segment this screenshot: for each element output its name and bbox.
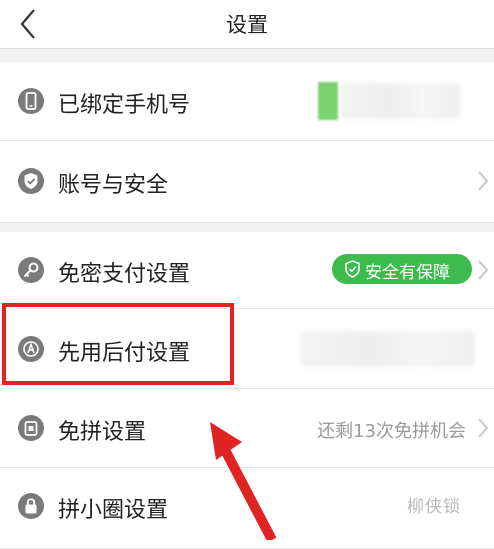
row-label-group: 免拼设置 xyxy=(58,420,147,445)
row-label-account: 账号与安全 xyxy=(58,173,169,198)
watermark: 柳侠锁 xyxy=(407,497,461,517)
key-icon xyxy=(18,257,44,283)
page-title: 设置 xyxy=(226,13,268,37)
settings-row-payment[interactable]: 免密支付设置 安全有保障 xyxy=(0,232,494,309)
highlight-box xyxy=(2,303,234,385)
settings-row-phone[interactable]: 已绑定手机号 xyxy=(0,62,494,141)
lock-icon xyxy=(18,493,44,519)
row-label-circle: 拼小圈设置 xyxy=(58,498,169,523)
phone-number-blur xyxy=(340,83,460,119)
shield-check-icon xyxy=(18,168,44,194)
row-label-phone: 已绑定手机号 xyxy=(58,93,191,118)
security-badge-label: 安全有保障 xyxy=(365,263,450,283)
chevron-right-icon xyxy=(478,260,489,280)
chevron-right-icon xyxy=(478,171,489,191)
row-label-payment: 免密支付设置 xyxy=(58,262,191,287)
security-badge: 安全有保障 xyxy=(332,254,472,284)
pay-later-status-blur xyxy=(300,331,475,367)
shield-check-badge-icon xyxy=(345,260,360,278)
phone-number-redacted xyxy=(318,82,338,120)
phone-icon xyxy=(18,88,44,114)
pointer-arrow-icon xyxy=(210,422,277,540)
nav-bar: 设置 xyxy=(0,0,494,49)
group-remaining-count: 还剩13次免拼机会 xyxy=(317,421,466,442)
chevron-right-icon xyxy=(478,418,489,438)
settings-row-account[interactable]: 账号与安全 xyxy=(0,141,494,223)
group-buy-icon xyxy=(18,415,44,441)
